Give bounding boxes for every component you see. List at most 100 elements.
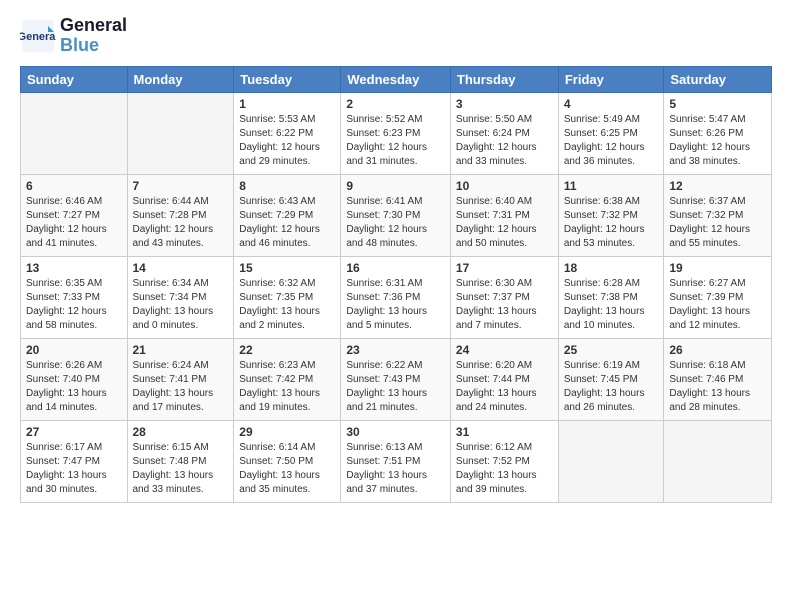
day-number: 23 [346, 343, 445, 357]
day-number: 2 [346, 97, 445, 111]
calendar-week-row: 6Sunrise: 6:46 AM Sunset: 7:27 PM Daylig… [21, 174, 772, 256]
logo: General General Blue [20, 16, 127, 56]
day-info: Sunrise: 6:37 AM Sunset: 7:32 PM Dayligh… [669, 195, 766, 251]
calendar-cell: 16Sunrise: 6:31 AM Sunset: 7:36 PM Dayli… [341, 256, 451, 338]
day-info: Sunrise: 6:38 AM Sunset: 7:32 PM Dayligh… [564, 195, 659, 251]
calendar-cell: 11 Sunrise: 6:38 AM Sunset: 7:32 PM Dayli… [558, 174, 664, 256]
day-info: Sunrise: 6:43 AM Sunset: 7:29 PM Dayligh… [239, 195, 335, 251]
day-number: 4 [564, 97, 659, 111]
day-info: Sunrise: 6:23 AM Sunset: 7:42 PM Dayligh… [239, 359, 335, 415]
day-info: Sunrise: 6:32 AM Sunset: 7:35 PM Dayligh… [239, 277, 335, 333]
calendar-cell: 25 Sunrise: 6:19 AM Sunset: 7:45 PM Dayli… [558, 338, 664, 420]
calendar-cell [558, 420, 664, 502]
day-number: 5 [669, 97, 766, 111]
day-info: Sunrise: 5:49 AM Sunset: 6:25 PM Dayligh… [564, 113, 659, 169]
calendar-week-row: 20Sunrise: 6:26 AM Sunset: 7:40 PM Dayli… [21, 338, 772, 420]
calendar-cell: 17 Sunrise: 6:30 AM Sunset: 7:37 PM Dayli… [450, 256, 558, 338]
calendar-cell: 21 Sunrise: 6:24 AM Sunset: 7:41 PM Dayli… [127, 338, 234, 420]
calendar-cell: 20Sunrise: 6:26 AM Sunset: 7:40 PM Dayli… [21, 338, 128, 420]
day-info: Sunrise: 6:27 AM Sunset: 7:39 PM Dayligh… [669, 277, 766, 333]
day-info: Sunrise: 6:18 AM Sunset: 7:46 PM Dayligh… [669, 359, 766, 415]
day-info: Sunrise: 6:14 AM Sunset: 7:50 PM Dayligh… [239, 441, 335, 497]
calendar-cell: 14Sunrise: 6:34 AM Sunset: 7:34 PM Dayli… [127, 256, 234, 338]
logo-text: General Blue [60, 16, 127, 56]
calendar-cell: 26 Sunrise: 6:18 AM Sunset: 7:46 PM Dayli… [664, 338, 772, 420]
day-number: 24 [456, 343, 553, 357]
calendar-cell: 5 Sunrise: 5:47 AM Sunset: 6:26 PM Daylig… [664, 92, 772, 174]
day-number: 21 [133, 343, 229, 357]
header: General General Blue [20, 16, 772, 56]
calendar-week-row: 13 Sunrise: 6:35 AM Sunset: 7:33 PM Dayli… [21, 256, 772, 338]
calendar-cell: 6Sunrise: 6:46 AM Sunset: 7:27 PM Daylig… [21, 174, 128, 256]
day-number: 16 [346, 261, 445, 275]
weekday-header: Monday [127, 66, 234, 92]
calendar-cell: 30 Sunrise: 6:13 AM Sunset: 7:51 PM Dayli… [341, 420, 451, 502]
day-number: 12 [669, 179, 766, 193]
day-info: Sunrise: 5:53 AM Sunset: 6:22 PM Dayligh… [239, 113, 335, 169]
day-info: Sunrise: 6:44 AM Sunset: 7:28 PM Dayligh… [133, 195, 229, 251]
calendar-cell: 9Sunrise: 6:41 AM Sunset: 7:30 PM Daylig… [341, 174, 451, 256]
day-number: 11 [564, 179, 659, 193]
calendar-cell: 12 Sunrise: 6:37 AM Sunset: 7:32 PM Dayli… [664, 174, 772, 256]
day-number: 3 [456, 97, 553, 111]
calendar-week-row: 1 Sunrise: 5:53 AM Sunset: 6:22 PM Daylig… [21, 92, 772, 174]
calendar-cell: 27 Sunrise: 6:17 AM Sunset: 7:47 PM Dayli… [21, 420, 128, 502]
calendar-cell [21, 92, 128, 174]
calendar-cell: 7 Sunrise: 6:44 AM Sunset: 7:28 PM Daylig… [127, 174, 234, 256]
svg-text:General: General [20, 31, 56, 43]
day-info: Sunrise: 6:26 AM Sunset: 7:40 PM Dayligh… [26, 359, 122, 415]
day-info: Sunrise: 6:22 AM Sunset: 7:43 PM Dayligh… [346, 359, 445, 415]
day-info: Sunrise: 6:40 AM Sunset: 7:31 PM Dayligh… [456, 195, 553, 251]
calendar-cell: 19 Sunrise: 6:27 AM Sunset: 7:39 PM Dayli… [664, 256, 772, 338]
weekday-header: Tuesday [234, 66, 341, 92]
day-number: 27 [26, 425, 122, 439]
calendar: SundayMondayTuesdayWednesdayThursdayFrid… [20, 66, 772, 503]
calendar-cell: 18Sunrise: 6:28 AM Sunset: 7:38 PM Dayli… [558, 256, 664, 338]
day-number: 7 [133, 179, 229, 193]
calendar-cell: 22 Sunrise: 6:23 AM Sunset: 7:42 PM Dayli… [234, 338, 341, 420]
day-info: Sunrise: 5:47 AM Sunset: 6:26 PM Dayligh… [669, 113, 766, 169]
weekday-header: Friday [558, 66, 664, 92]
day-info: Sunrise: 6:19 AM Sunset: 7:45 PM Dayligh… [564, 359, 659, 415]
day-info: Sunrise: 6:41 AM Sunset: 7:30 PM Dayligh… [346, 195, 445, 251]
day-number: 29 [239, 425, 335, 439]
day-number: 8 [239, 179, 335, 193]
calendar-cell: 2 Sunrise: 5:52 AM Sunset: 6:23 PM Daylig… [341, 92, 451, 174]
day-number: 19 [669, 261, 766, 275]
calendar-cell [127, 92, 234, 174]
calendar-cell: 3 Sunrise: 5:50 AM Sunset: 6:24 PM Daylig… [450, 92, 558, 174]
calendar-cell: 28Sunrise: 6:15 AM Sunset: 7:48 PM Dayli… [127, 420, 234, 502]
calendar-cell: 13 Sunrise: 6:35 AM Sunset: 7:33 PM Dayli… [21, 256, 128, 338]
day-info: Sunrise: 6:17 AM Sunset: 7:47 PM Dayligh… [26, 441, 122, 497]
day-info: Sunrise: 6:30 AM Sunset: 7:37 PM Dayligh… [456, 277, 553, 333]
day-number: 25 [564, 343, 659, 357]
day-number: 13 [26, 261, 122, 275]
day-info: Sunrise: 6:24 AM Sunset: 7:41 PM Dayligh… [133, 359, 229, 415]
calendar-cell: 24 Sunrise: 6:20 AM Sunset: 7:44 PM Dayli… [450, 338, 558, 420]
calendar-week-row: 27 Sunrise: 6:17 AM Sunset: 7:47 PM Dayli… [21, 420, 772, 502]
day-number: 10 [456, 179, 553, 193]
calendar-cell [664, 420, 772, 502]
calendar-cell: 29 Sunrise: 6:14 AM Sunset: 7:50 PM Dayli… [234, 420, 341, 502]
day-info: Sunrise: 5:50 AM Sunset: 6:24 PM Dayligh… [456, 113, 553, 169]
day-info: Sunrise: 6:15 AM Sunset: 7:48 PM Dayligh… [133, 441, 229, 497]
day-info: Sunrise: 6:13 AM Sunset: 7:51 PM Dayligh… [346, 441, 445, 497]
day-number: 18 [564, 261, 659, 275]
calendar-cell: 4 Sunrise: 5:49 AM Sunset: 6:25 PM Daylig… [558, 92, 664, 174]
weekday-header: Saturday [664, 66, 772, 92]
day-number: 31 [456, 425, 553, 439]
day-info: Sunrise: 6:20 AM Sunset: 7:44 PM Dayligh… [456, 359, 553, 415]
day-info: Sunrise: 5:52 AM Sunset: 6:23 PM Dayligh… [346, 113, 445, 169]
day-number: 30 [346, 425, 445, 439]
day-number: 22 [239, 343, 335, 357]
day-info: Sunrise: 6:35 AM Sunset: 7:33 PM Dayligh… [26, 277, 122, 333]
day-number: 17 [456, 261, 553, 275]
calendar-cell: 10 Sunrise: 6:40 AM Sunset: 7:31 PM Dayli… [450, 174, 558, 256]
logo-icon: General [20, 18, 56, 54]
day-info: Sunrise: 6:34 AM Sunset: 7:34 PM Dayligh… [133, 277, 229, 333]
day-number: 26 [669, 343, 766, 357]
calendar-cell: 1 Sunrise: 5:53 AM Sunset: 6:22 PM Daylig… [234, 92, 341, 174]
calendar-cell: 8 Sunrise: 6:43 AM Sunset: 7:29 PM Daylig… [234, 174, 341, 256]
day-number: 1 [239, 97, 335, 111]
page: General General Blue SundayMondayTuesday… [0, 0, 792, 513]
